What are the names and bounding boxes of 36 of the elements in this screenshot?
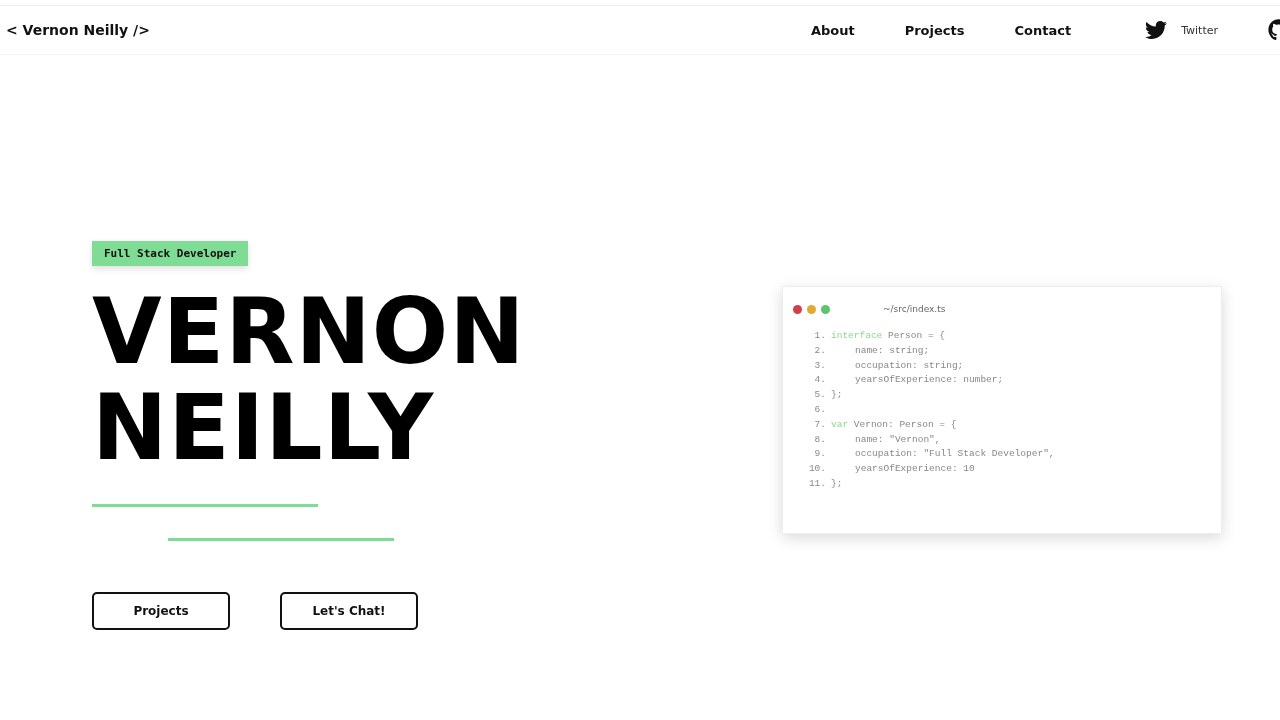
- code-line: interface Person = {: [831, 329, 946, 343]
- line-number: 11.: [807, 476, 827, 491]
- hero-button[interactable]: Let's Chat!: [280, 592, 418, 630]
- hero-name: VERNON: [92, 284, 527, 380]
- code-line: yearsOfExperience: number;: [854, 373, 1004, 388]
- nav-link[interactable]: About: [810, 22, 855, 38]
- line-number: 2.: [813, 343, 827, 358]
- line-number: 9.: [813, 447, 827, 462]
- code-line: var Vernon: Person = {: [831, 417, 957, 432]
- nav-link[interactable]: Contact: [1014, 22, 1072, 38]
- line-number: 8.: [813, 432, 827, 447]
- line-number: 10.: [807, 462, 827, 477]
- line-number: 6.: [813, 403, 827, 417]
- bird-icon[interactable]: [1145, 19, 1168, 41]
- file-name: ~/src/index.ts: [883, 304, 946, 314]
- code-line: name: "Vernon",: [854, 432, 941, 447]
- line-number: 7.: [813, 417, 827, 432]
- role-badge: Full Stack Developer: [92, 241, 249, 266]
- code-line: occupation: "Full Stack Developer",: [854, 447, 1055, 462]
- code-line: };: [831, 388, 843, 403]
- hero-button[interactable]: Projects: [92, 592, 230, 630]
- nav-link[interactable]: Projects: [904, 22, 965, 38]
- line-number: 3.: [813, 358, 827, 373]
- code-line: name: string;: [854, 343, 930, 358]
- hero-name: NEILLY: [92, 380, 436, 476]
- site-logo[interactable]: < Vernon Neilly />: [6, 22, 150, 38]
- minimize-dot-icon: [807, 304, 816, 314]
- code-line: yearsOfExperience: 10: [854, 462, 975, 477]
- close-dot-icon: [793, 304, 802, 314]
- social-link[interactable]: Twitter: [1181, 23, 1218, 37]
- line-number: 1.: [813, 329, 827, 343]
- maximize-dot-icon: [821, 304, 830, 314]
- code-line: occupation: string;: [854, 358, 964, 373]
- code-line: };: [831, 476, 843, 491]
- line-number: 5.: [813, 388, 827, 403]
- line-number: 4.: [813, 373, 827, 388]
